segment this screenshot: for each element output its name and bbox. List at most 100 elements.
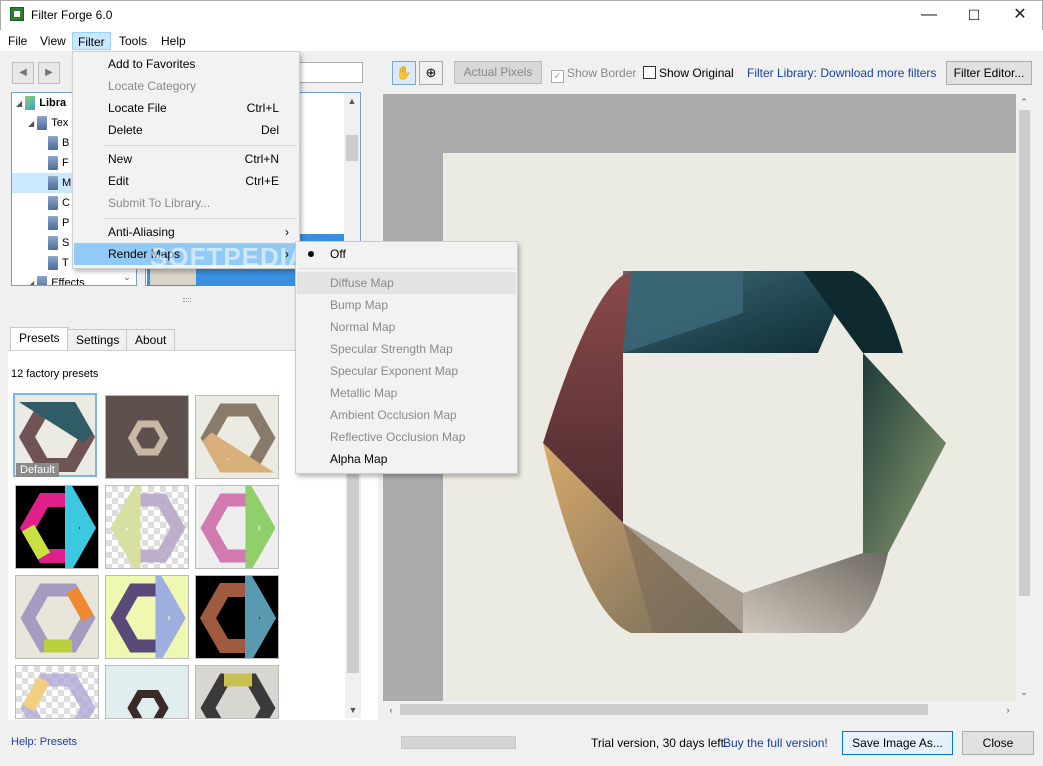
menu-item-ambient-occlusion-map[interactable]: Ambient Occlusion Map [297, 404, 516, 426]
menu-item-reflective-occlusion-map[interactable]: Reflective Occlusion Map [297, 426, 516, 448]
progress-bar [401, 736, 516, 749]
menu-item-locate-category[interactable]: Locate Category [74, 75, 299, 97]
tab-settings[interactable]: Settings [67, 329, 129, 350]
actual-pixels-button[interactable]: Actual Pixels [454, 61, 542, 84]
radio-bullet-icon [308, 251, 314, 257]
menu-item-delete[interactable]: Delete Del [74, 119, 299, 141]
close-button[interactable]: Close [962, 731, 1034, 755]
minimize-button[interactable]: — [906, 0, 952, 30]
filter-menu-dropdown: Add to Favorites Locate Category Locate … [72, 51, 300, 269]
tree-item[interactable]: S [48, 233, 69, 253]
checkmark-icon: ✓ [551, 70, 564, 83]
filter-editor-button[interactable]: Filter Editor... [946, 61, 1032, 85]
tree-item[interactable]: ◢ Libra [16, 93, 66, 113]
menu-item-metallic-map[interactable]: Metallic Map [297, 382, 516, 404]
folder-icon [48, 196, 58, 211]
submenu-arrow-icon: › [285, 225, 289, 239]
preset-thumbnail[interactable] [195, 575, 279, 659]
zoom-in-icon: ⊕ [425, 65, 437, 80]
buy-full-version-link[interactable]: Buy the full version! [723, 736, 828, 750]
menu-item-edit[interactable]: Edit Ctrl+E [74, 170, 299, 192]
preset-thumbnail[interactable] [195, 395, 279, 479]
forward-button[interactable]: ▶ [38, 62, 60, 84]
tree-item[interactable]: C [48, 193, 70, 213]
menu-help[interactable]: Help [156, 32, 191, 50]
presets-count: 12 factory presets [11, 368, 99, 380]
scroll-up-icon[interactable]: ⌃ [1016, 94, 1032, 110]
menu-item-normal-map[interactable]: Normal Map [297, 316, 516, 338]
tree-item[interactable]: ◢ Effects [28, 273, 85, 285]
tree-dropdown-arrow[interactable]: ⌄ [118, 272, 136, 285]
app-icon [10, 7, 24, 21]
scroll-right-icon[interactable]: › [1000, 702, 1016, 718]
preview-image [543, 271, 946, 633]
preset-thumbnail[interactable] [15, 575, 99, 659]
preset-thumbnail[interactable] [15, 665, 99, 719]
zoom-tool-button[interactable]: ⊕ [419, 61, 443, 85]
folder-icon [48, 216, 58, 231]
menu-item-off[interactable]: Off [297, 243, 516, 265]
menu-tools[interactable]: Tools [114, 32, 152, 50]
render-maps-submenu: Off Diffuse Map Bump Map Normal Map Spec… [295, 241, 518, 474]
hand-icon: ✋ [395, 65, 413, 80]
preset-default-label: Default [16, 463, 59, 477]
save-image-button[interactable]: Save Image As... [842, 731, 953, 755]
library-icon [25, 96, 36, 111]
tree-item[interactable]: P [48, 213, 69, 233]
preset-thumbnail[interactable] [195, 485, 279, 569]
menu-item-specular-strength-map[interactable]: Specular Strength Map [297, 338, 516, 360]
preset-thumbnail[interactable] [105, 575, 189, 659]
menu-file[interactable]: File [3, 32, 32, 50]
preset-thumbnail[interactable] [105, 665, 189, 719]
folder-icon [37, 116, 48, 131]
tab-about[interactable]: About [126, 329, 176, 350]
help-presets-link[interactable]: Help: Presets [11, 736, 77, 748]
tree-item[interactable]: F [48, 153, 69, 173]
hand-tool-button[interactable]: ✋ [392, 61, 416, 85]
menu-filter[interactable]: Filter [72, 32, 111, 50]
close-window-button[interactable]: ✕ [997, 0, 1043, 30]
menu-item-specular-exponent-map[interactable]: Specular Exponent Map [297, 360, 516, 382]
tree-item[interactable]: ◢ Tex [28, 113, 68, 133]
menu-item-alpha-map[interactable]: Alpha Map [297, 448, 516, 470]
menu-view[interactable]: View [35, 32, 71, 50]
folder-icon [37, 276, 48, 285]
menu-item-locate-file[interactable]: Locate File Ctrl+L [74, 97, 299, 119]
preset-thumbnail[interactable] [105, 395, 189, 479]
splitter-grip-icon [183, 298, 191, 302]
trial-status-text: Trial version, 30 days left. [591, 736, 728, 750]
menu-item-new[interactable]: New Ctrl+N [74, 148, 299, 170]
menu-item-diffuse-map[interactable]: Diffuse Map [297, 272, 516, 294]
title-bar [0, 0, 1043, 30]
back-button[interactable]: ◀ [12, 62, 34, 84]
preset-thumbnail[interactable] [15, 485, 99, 569]
maximize-button[interactable]: ☐ [951, 0, 997, 30]
folder-icon [48, 156, 58, 171]
tab-presets[interactable]: Presets [10, 327, 69, 351]
window-title: Filter Forge 6.0 [31, 8, 113, 22]
menu-separator [103, 218, 297, 219]
show-border-checkbox[interactable]: ✓ Show Border [551, 66, 636, 83]
search-input[interactable] [297, 62, 363, 83]
menu-item-submit-to-library[interactable]: Submit To Library... [74, 192, 299, 214]
menu-item-add-to-favorites[interactable]: Add to Favorites [74, 53, 299, 75]
preset-thumbnail[interactable] [195, 665, 279, 719]
scroll-left-icon[interactable]: ‹ [383, 702, 399, 718]
scroll-down-icon[interactable]: ⌄ [1016, 684, 1032, 700]
tree-item[interactable]: T [48, 253, 69, 273]
scroll-up-icon[interactable]: ▲ [344, 93, 360, 109]
tree-item[interactable]: B [48, 133, 69, 153]
filter-library-link[interactable]: Filter Library: Download more filters [747, 66, 936, 80]
menu-item-bump-map[interactable]: Bump Map [297, 294, 516, 316]
scroll-down-icon[interactable]: ▼ [345, 702, 361, 718]
menu-item-anti-aliasing[interactable]: Anti-Aliasing › [74, 221, 299, 243]
folder-icon [48, 176, 58, 191]
menu-separator [298, 268, 515, 269]
preview-canvas[interactable] [443, 153, 1016, 701]
scrollbar-thumb[interactable] [346, 135, 358, 161]
menu-separator [103, 145, 297, 146]
scrollbar-thumb[interactable] [400, 704, 928, 715]
scrollbar-thumb[interactable] [1019, 110, 1030, 596]
preset-thumbnail[interactable] [105, 485, 189, 569]
show-original-checkbox[interactable]: Show Original [643, 66, 734, 80]
